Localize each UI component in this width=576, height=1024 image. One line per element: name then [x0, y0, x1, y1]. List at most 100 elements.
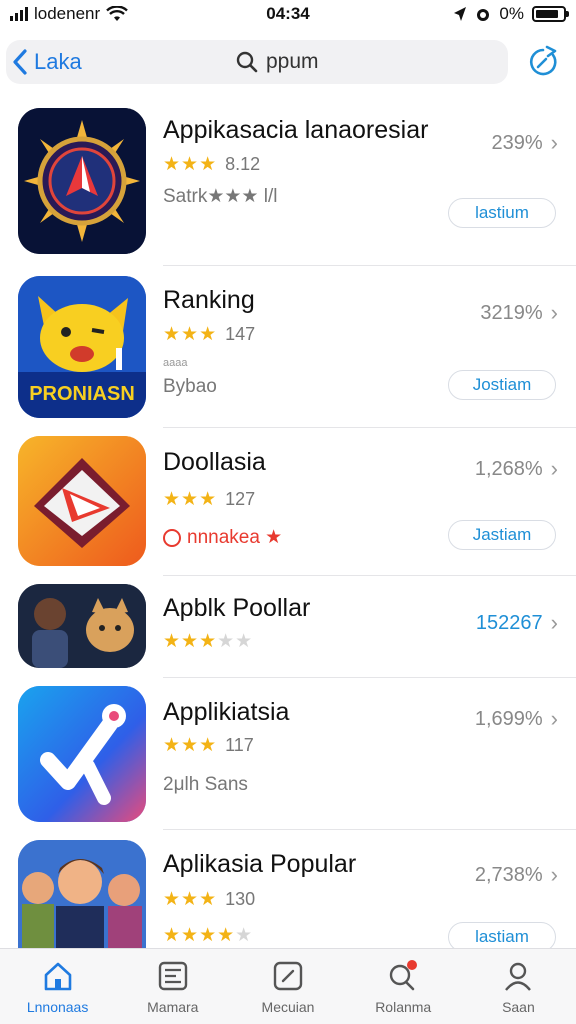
back-label: Laka	[34, 49, 82, 74]
tab-screen[interactable]: Mecuian	[230, 949, 345, 1024]
alarm-icon	[477, 9, 490, 21]
status-right: 0%	[453, 4, 569, 24]
tab-gallery[interactable]: Mamara	[115, 949, 230, 1024]
app-rating: ★★★ 147	[163, 323, 255, 346]
tab-label: Lnnonaas	[26, 999, 89, 1015]
stat-value: 239%	[491, 131, 543, 154]
install-button[interactable]: Jostiam	[448, 370, 556, 400]
search-text: ppum	[266, 50, 319, 73]
tab-label: Mecuian	[261, 999, 315, 1015]
envelope-app-icon[interactable]	[18, 436, 146, 566]
rating-stars: ★★★★★	[163, 925, 254, 946]
location-icon	[454, 7, 467, 21]
checkmark-app-icon[interactable]	[18, 686, 146, 822]
install-button[interactable]: lastium	[448, 198, 556, 228]
app-row[interactable]: Apblk Poollar ★★★★★ 152267 ›	[0, 576, 576, 678]
chevron-right-icon: ›	[550, 862, 558, 887]
app-name: Aplikasia Popular	[163, 850, 357, 878]
tab-label: Saan	[502, 999, 535, 1015]
chevron-right-icon: ›	[550, 456, 558, 481]
refresh-button[interactable]	[526, 45, 560, 84]
app-subtitle: nnnakea ★	[163, 526, 282, 549]
rating-count: 130	[225, 889, 256, 909]
app-row[interactable]: Appikasacia lanaoresiar ★★★ 8.12 Satrk★★…	[0, 100, 576, 266]
nav-bar: Laka ppum	[0, 36, 576, 88]
tab-search[interactable]: Rolanma	[346, 949, 461, 1024]
rating-stars: ★★★	[163, 489, 218, 510]
chevron-left-icon	[13, 49, 27, 75]
rating-stars: ★★★	[163, 154, 218, 175]
app-rating: ★★★ 127	[163, 488, 255, 511]
status-bar: lodenenr 04:34 0%	[0, 0, 576, 28]
tab-home[interactable]: Lnnonaas	[0, 949, 115, 1024]
app-subtitle-text: nnnakea ★	[187, 527, 283, 548]
app-stat[interactable]: 239% ›	[492, 130, 558, 156]
app-rating: ★★★ 130	[163, 888, 255, 911]
person-icon	[505, 962, 532, 991]
tab-label: Rolanma	[375, 999, 432, 1015]
app-name: Applikiatsia	[163, 698, 290, 726]
stat-value: 152267	[475, 611, 543, 634]
chevron-right-icon: ›	[550, 610, 558, 635]
rating-count: 147	[225, 324, 256, 344]
stat-value: 1,699%	[474, 707, 543, 730]
cat-app-icon[interactable]: PRONIASN	[18, 276, 146, 418]
app-rating: ★★★★★	[163, 630, 253, 653]
app-row[interactable]: Doollasia ★★★ 127 nnnakea ★ 1,268% › Jas…	[0, 428, 576, 576]
app-subtitle-small: aaaa	[163, 357, 188, 369]
refresh-icon	[529, 45, 557, 76]
carrier-label: lodenenr	[34, 4, 101, 23]
app-stat[interactable]: 1,268% ›	[475, 456, 558, 482]
tab-profile[interactable]: Saan	[461, 949, 576, 1024]
battery-fill	[536, 10, 559, 18]
battery-percent: 0%	[499, 4, 524, 23]
stat-value: 1,268%	[474, 457, 543, 480]
rating-stars: ★★★★★	[163, 631, 254, 652]
wifi-icon	[106, 6, 128, 21]
svg-text:PRONIASN: PRONIASN	[29, 383, 135, 405]
app-row[interactable]: Aplikasia Popular ★★★ 130 ★★★★★ 2,738% ›…	[0, 830, 576, 954]
chevron-right-icon: ›	[550, 130, 558, 155]
rating-stars: ★★★	[163, 324, 218, 345]
stat-value: 2,738%	[474, 863, 543, 886]
app-stat[interactable]: 2,738% ›	[475, 862, 558, 888]
app-row[interactable]: Applikiatsia ★★★ 117 2μlh Sans 1,699% ›	[0, 678, 576, 830]
rating-count: 8.12	[225, 154, 261, 174]
app-stat[interactable]: 1,699% ›	[475, 706, 558, 732]
signal-icon	[10, 7, 28, 21]
people-app-icon[interactable]	[18, 840, 146, 954]
rating-stars: ★★★	[163, 735, 218, 756]
tab-label: Mamara	[147, 999, 199, 1015]
screen-icon	[273, 961, 303, 991]
chevron-right-icon: ›	[550, 300, 558, 325]
compass-app-icon[interactable]	[18, 108, 146, 254]
battery-icon	[532, 6, 569, 22]
search-icon	[390, 960, 418, 991]
app-stat[interactable]: 152267 ›	[476, 610, 558, 636]
rating-count: 127	[225, 489, 256, 509]
app-stat[interactable]: 3219% ›	[480, 300, 558, 326]
app-rating: ★★★ 117	[163, 734, 254, 757]
status-left: lodenenr	[10, 4, 210, 24]
app-name: Doollasia	[163, 448, 266, 476]
app-row[interactable]: PRONIASN Ranking ★★★ 147 aaaa Bybao 3219…	[0, 266, 576, 428]
chevron-right-icon: ›	[550, 706, 558, 731]
app-subtitle: Bybao	[163, 376, 217, 397]
app-name: Ranking	[163, 286, 255, 314]
tab-bar: Lnnonaas Mamara Mecuian Rolanma Saan	[0, 948, 576, 1024]
back-button[interactable]: Laka	[12, 49, 82, 75]
stat-value: 3219%	[480, 301, 543, 324]
gallery-icon	[158, 961, 187, 991]
app-rating-secondary: ★★★★★	[163, 924, 253, 947]
install-button-doollasia[interactable]: Jastiam	[448, 520, 556, 550]
characters-app-icon[interactable]	[18, 584, 146, 668]
rating-stars: ★★★	[163, 889, 218, 910]
app-name: Appikasacia lanaoresiar	[163, 116, 429, 144]
app-name: Apblk Poollar	[163, 594, 311, 622]
search-icon	[236, 51, 258, 73]
app-subtitle: 2μlh Sans	[163, 774, 248, 795]
rating-count: 117	[225, 735, 254, 755]
home-icon	[44, 962, 71, 991]
search-field[interactable]: ppum	[236, 50, 319, 74]
badge-icon	[163, 528, 181, 547]
